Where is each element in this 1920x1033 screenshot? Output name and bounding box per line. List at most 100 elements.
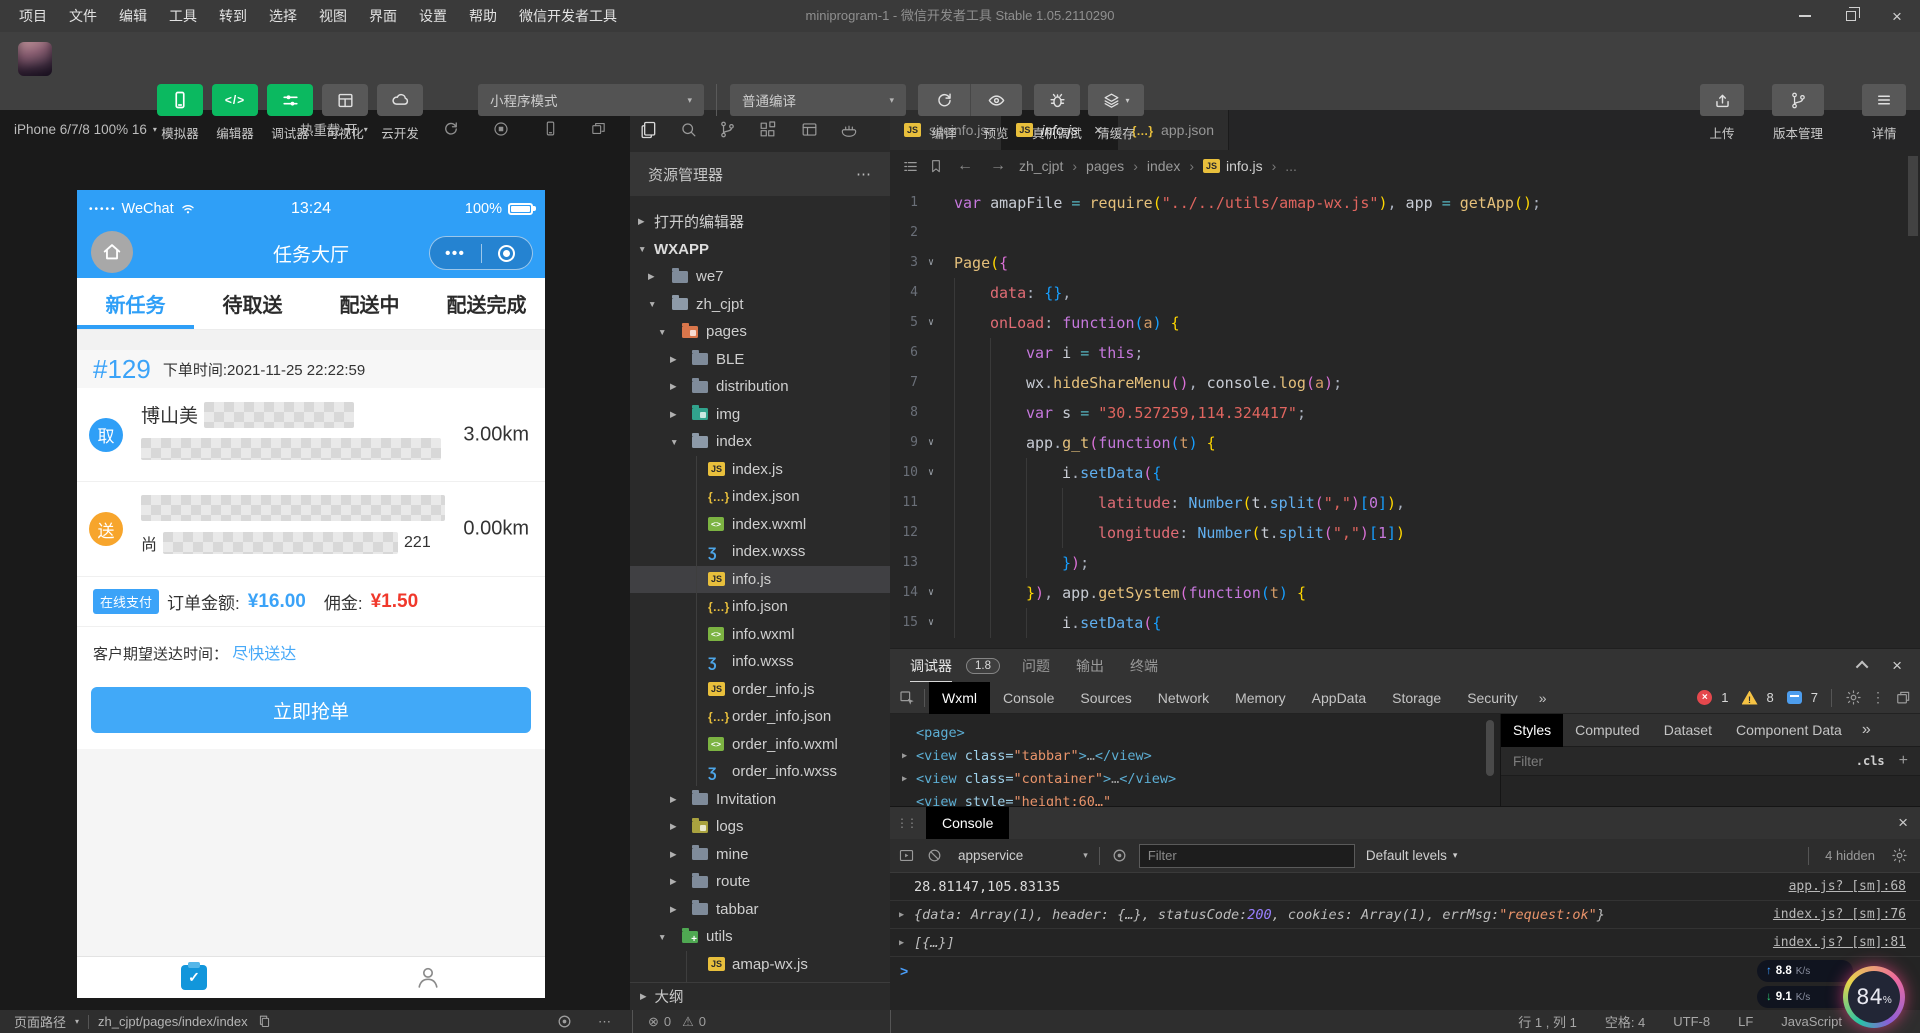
more-tabs-icon[interactable]: »: [1531, 690, 1555, 706]
gear-icon[interactable]: [1891, 847, 1908, 864]
tree-item-zh_cjpt[interactable]: ▼zh_cjpt: [630, 291, 890, 319]
order-tab-配送完成[interactable]: 配送完成: [428, 278, 545, 329]
inspect-icon[interactable]: [898, 689, 916, 707]
toolbar-button-调试器[interactable]: 调试器: [267, 84, 313, 142]
tree-item-index.json[interactable]: {…}index.json: [630, 483, 890, 511]
tree-item-order_info.js[interactable]: JSorder_info.js: [630, 676, 890, 704]
details-button[interactable]: [1862, 84, 1906, 116]
tree-item-info.json[interactable]: {…}info.json: [630, 593, 890, 621]
home-button[interactable]: [91, 231, 133, 273]
devtools-tab-Security[interactable]: Security: [1454, 682, 1531, 714]
wxml-node[interactable]: <view style="height:60…": [902, 791, 1500, 806]
grab-order-button[interactable]: 立即抢单: [91, 687, 531, 733]
version-button[interactable]: [1772, 84, 1824, 116]
menu-item-视图[interactable]: 视图: [308, 0, 358, 32]
problems-summary[interactable]: ⊗ 0 ⚠ 0: [648, 1010, 706, 1033]
log-source-link[interactable]: app.js? [sm]:68: [1769, 879, 1906, 894]
tab-output[interactable]: 输出: [1076, 649, 1104, 683]
eye-icon[interactable]: [556, 1013, 573, 1030]
stop-icon[interactable]: [492, 120, 510, 138]
extensions-icon[interactable]: [758, 120, 777, 139]
order-tab-新任务[interactable]: 新任务: [77, 278, 194, 329]
status-item[interactable]: JavaScript: [1781, 1014, 1842, 1029]
tree-item-info.js[interactable]: JSinfo.js: [630, 566, 890, 594]
tree-item-route[interactable]: ▶route: [630, 868, 890, 896]
tree-item-Invitation[interactable]: ▶Invitation: [630, 786, 890, 814]
tree-item-WXAPP[interactable]: ▼WXAPP: [630, 236, 890, 264]
search-icon[interactable]: [679, 120, 698, 139]
order-tab-配送中[interactable]: 配送中: [311, 278, 428, 329]
tree-item-tabbar[interactable]: ▶tabbar: [630, 896, 890, 924]
tasks-tab-icon[interactable]: ✓: [181, 965, 207, 990]
more-icon[interactable]: ⋯: [598, 1010, 611, 1033]
breadcrumb-file[interactable]: JSinfo.js: [1203, 158, 1263, 174]
tree-item-distribution[interactable]: ▶distribution: [630, 373, 890, 401]
tree-item-index.wxss[interactable]: Ʒindex.wxss: [630, 538, 890, 566]
more-button[interactable]: •••: [430, 245, 481, 262]
log-source-link[interactable]: index.js? [sm]:76: [1753, 907, 1906, 922]
console-log-row[interactable]: ▶[{…}]index.js? [sm]:81: [890, 929, 1920, 957]
tree-item-BLE[interactable]: ▶BLE: [630, 346, 890, 374]
close-icon[interactable]: ×: [1892, 657, 1902, 674]
styles-filter-input[interactable]: [1513, 754, 1733, 769]
tree-item-index.js[interactable]: JSindex.js: [630, 456, 890, 484]
styles-tab-Styles[interactable]: Styles: [1501, 714, 1563, 747]
gear-icon[interactable]: [1845, 689, 1862, 706]
console-filter-input[interactable]: [1139, 844, 1355, 868]
mode-select[interactable]: 小程序模式 ▾: [478, 84, 704, 116]
code-editor[interactable]: 1var amapFile = require("../../utils/ama…: [890, 182, 1920, 648]
tree-item-utils[interactable]: ▼utils: [630, 923, 890, 951]
restore-button[interactable]: [1828, 0, 1874, 32]
tree-item-amap-wx.js[interactable]: JSamap-wx.js: [630, 951, 890, 979]
breadcrumb-segment[interactable]: index: [1147, 158, 1180, 174]
menu-item-界面[interactable]: 界面: [358, 0, 408, 32]
tree-item-打开的编辑器[interactable]: ▶打开的编辑器: [630, 208, 890, 236]
more-tabs-icon[interactable]: »: [1854, 721, 1879, 739]
tree-item-info.wxss[interactable]: Ʒinfo.wxss: [630, 648, 890, 676]
collapse-icon[interactable]: [1856, 661, 1869, 674]
tree-item-logs[interactable]: ▶logs: [630, 813, 890, 841]
copy-icon[interactable]: [257, 1014, 272, 1029]
device-view-icon[interactable]: [542, 120, 559, 137]
tab-console[interactable]: Console: [926, 807, 1009, 839]
dock-icon[interactable]: [1894, 689, 1912, 707]
devtools-tab-Sources[interactable]: Sources: [1067, 682, 1144, 714]
styles-tab-Component Data[interactable]: Component Data: [1724, 714, 1854, 747]
wxml-node[interactable]: ▶<view class="tabbar">…</view>: [902, 745, 1500, 768]
menu-item-转到[interactable]: 转到: [208, 0, 258, 32]
live-expression-icon[interactable]: [1111, 847, 1128, 864]
upload-button[interactable]: [1700, 84, 1744, 116]
page-path-label[interactable]: 页面路径: [14, 1012, 66, 1031]
devtools-tab-AppData[interactable]: AppData: [1299, 682, 1379, 714]
profile-tab-icon[interactable]: [414, 963, 442, 991]
menu-item-项目[interactable]: 项目: [8, 0, 58, 32]
compile-button[interactable]: [918, 84, 970, 116]
fold-icon[interactable]: ∨: [928, 308, 934, 338]
tree-item-pages[interactable]: ▼pages: [630, 318, 890, 346]
remote-debug-button[interactable]: [1034, 84, 1080, 116]
tree-item-index[interactable]: ▼index: [630, 428, 890, 456]
menu-item-帮助[interactable]: 帮助: [458, 0, 508, 32]
devtools-tab-Network[interactable]: Network: [1145, 682, 1222, 714]
minimize-button[interactable]: [1782, 0, 1828, 32]
devtools-tab-Console[interactable]: Console: [990, 682, 1067, 714]
order-tab-待取送[interactable]: 待取送: [194, 278, 311, 329]
files-icon[interactable]: [638, 120, 658, 140]
restart-icon[interactable]: [442, 120, 460, 138]
devtools-tab-Storage[interactable]: Storage: [1379, 682, 1454, 714]
git-branch-icon[interactable]: [718, 120, 737, 139]
more-icon[interactable]: ⋯: [856, 165, 872, 183]
whale-icon[interactable]: [839, 120, 859, 140]
toolbar-button-云开发[interactable]: 云开发: [377, 84, 423, 142]
expect-value[interactable]: 尽快送达: [232, 646, 296, 663]
tree-item-info.wxml[interactable]: <>info.wxml: [630, 621, 890, 649]
toolbar-button-可视化[interactable]: 可视化: [322, 84, 368, 142]
exit-button[interactable]: [482, 245, 533, 262]
close-icon[interactable]: ×: [1898, 813, 1908, 833]
toolbar-button-模拟器[interactable]: 模拟器: [157, 84, 203, 142]
add-style-icon[interactable]: +: [1899, 752, 1908, 770]
styles-tab-Computed[interactable]: Computed: [1563, 714, 1652, 747]
menu-item-微信开发者工具[interactable]: 微信开发者工具: [508, 0, 628, 32]
breadcrumb-segment[interactable]: zh_cjpt: [1019, 158, 1063, 174]
tree-item-order_info.wxss[interactable]: Ʒorder_info.wxss: [630, 758, 890, 786]
